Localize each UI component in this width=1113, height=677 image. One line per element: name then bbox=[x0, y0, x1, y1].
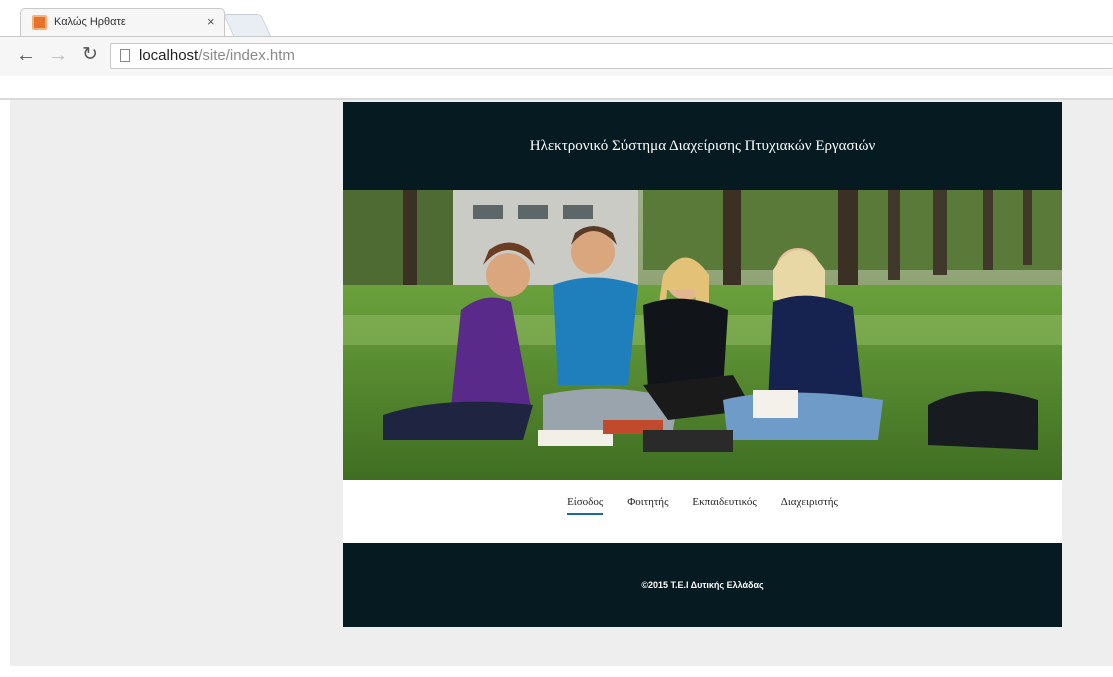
address-bar[interactable]: localhost/site/index.htm bbox=[110, 43, 1113, 69]
site-container: Ηλεκτρονικό Σύστημα Διαχείρισης Πτυχιακώ… bbox=[343, 102, 1062, 627]
new-tab-button[interactable] bbox=[222, 14, 272, 36]
site-header: Ηλεκτρονικό Σύστημα Διαχείρισης Πτυχιακώ… bbox=[343, 102, 1062, 190]
browser-tab[interactable]: Καλώς Ηρθατε × bbox=[20, 8, 225, 36]
menu-item-student[interactable]: Φοιτητής bbox=[627, 496, 668, 513]
url-host: localhost bbox=[139, 47, 199, 64]
footer-copyright: ©2015 Τ.Ε.Ι Δυτικής Ελλάδας bbox=[641, 580, 764, 590]
menu-item-teacher[interactable]: Εκπαιδευτικός bbox=[692, 496, 756, 513]
browser-toolbar: ← → ↻ localhost/site/index.htm bbox=[0, 36, 1113, 76]
menu-item-admin[interactable]: Διαχειριστής bbox=[781, 496, 838, 513]
site-title: Ηλεκτρονικό Σύστημα Διαχείρισης Πτυχιακώ… bbox=[529, 138, 876, 154]
url-text[interactable]: localhost/site/index.htm bbox=[139, 47, 295, 64]
main-menu: Είσοδος Φοιτητής Εκπαιδευτικός Διαχειρισ… bbox=[343, 480, 1062, 543]
url-path: /site/index.htm bbox=[198, 47, 295, 64]
site-footer: ©2015 Τ.Ε.Ι Δυτικής Ελλάδας bbox=[343, 543, 1062, 627]
close-icon[interactable]: × bbox=[207, 14, 215, 30]
forward-arrow-icon[interactable]: → bbox=[48, 44, 68, 66]
page-icon bbox=[120, 49, 130, 62]
tab-title: Καλώς Ηρθατε bbox=[54, 16, 126, 28]
menu-item-login[interactable]: Είσοδος bbox=[567, 496, 604, 515]
reload-icon[interactable]: ↻ bbox=[82, 44, 98, 66]
hero-image bbox=[343, 190, 1062, 480]
tab-strip: Καλώς Ηρθατε × bbox=[0, 0, 1113, 36]
bookmarks-bar bbox=[0, 76, 1113, 100]
back-arrow-icon[interactable]: ← bbox=[16, 44, 36, 66]
favicon-icon bbox=[32, 15, 47, 30]
page-viewport: Ηλεκτρονικό Σύστημα Διαχείρισης Πτυχιακώ… bbox=[10, 100, 1113, 666]
